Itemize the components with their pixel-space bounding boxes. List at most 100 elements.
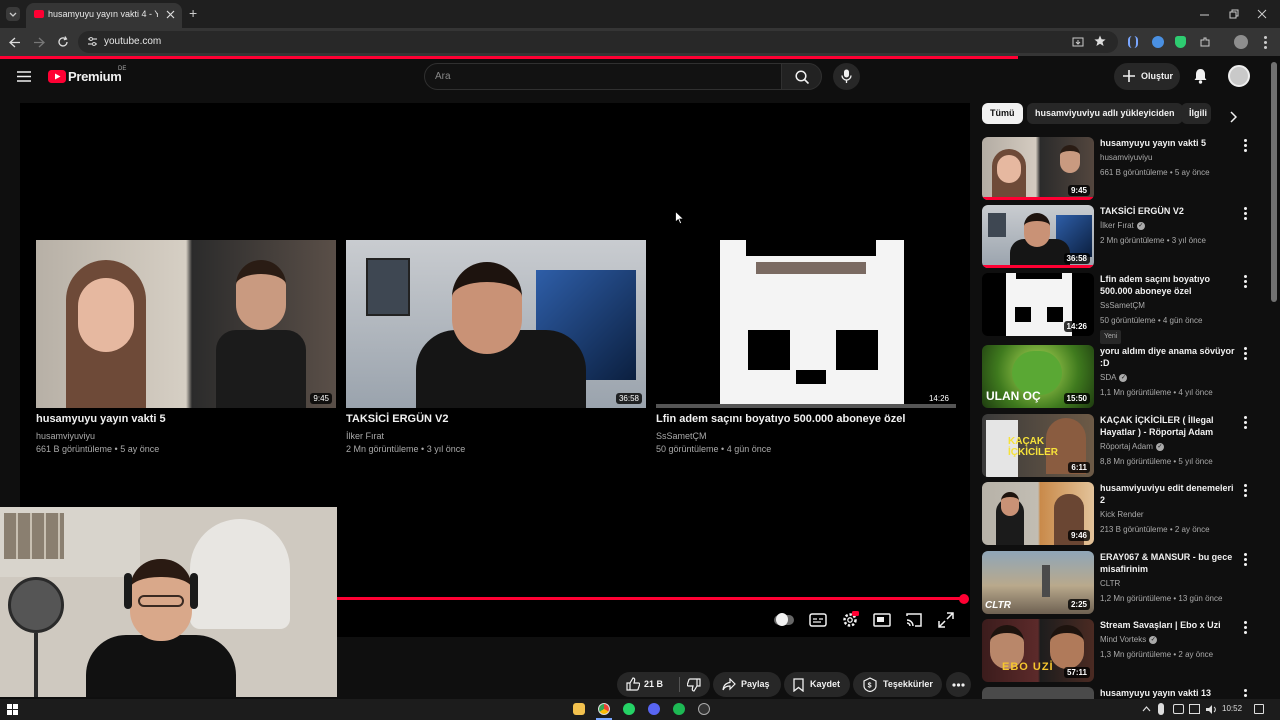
- progress-scrubber[interactable]: [959, 594, 969, 604]
- minimize-icon[interactable]: [1200, 10, 1209, 19]
- more-options-icon[interactable]: [1242, 484, 1248, 498]
- close-window-icon[interactable]: [1257, 9, 1267, 19]
- windows-taskbar: 10:52: [0, 699, 1280, 720]
- tray-network-icon[interactable]: [1189, 704, 1200, 714]
- recommendation-thumbnail: KAÇAK İÇKİCİLER 6:11: [982, 414, 1094, 477]
- voice-search-button[interactable]: [833, 63, 860, 90]
- more-options-icon[interactable]: [1242, 416, 1248, 430]
- more-actions-button[interactable]: [946, 672, 971, 697]
- windows-start-icon[interactable]: [7, 704, 18, 715]
- autoplay-toggle[interactable]: [774, 611, 794, 629]
- chrome-icon[interactable]: [598, 703, 610, 715]
- recommendation-item[interactable]: ULAN OÇ 15:50 yoru aldım diye anama sövü…: [982, 345, 1262, 409]
- endscreen-thumbnail: 36:58: [346, 240, 646, 408]
- recommendation-channel: İlker Fırat: [1100, 221, 1134, 230]
- video-progress-bar[interactable]: [336, 597, 966, 600]
- thanks-button[interactable]: $ Teşekkürler: [853, 672, 942, 697]
- app-circle-icon[interactable]: [698, 703, 710, 715]
- more-options-icon[interactable]: [1242, 275, 1248, 289]
- search-input[interactable]: Ara: [424, 63, 782, 90]
- recommendation-item[interactable]: KAÇAK İÇKİCİLER 6:11 KAÇAK İÇKİCİLER ( İ…: [982, 414, 1262, 478]
- new-tab-button[interactable]: +: [189, 5, 197, 21]
- recommendation-item[interactable]: EBO UZİ 57:11 Stream Savaşları | Ebo x U…: [982, 619, 1262, 683]
- chevron-right-icon[interactable]: [1229, 111, 1237, 123]
- chip-related[interactable]: İlgili: [1181, 103, 1211, 124]
- recommendation-title: husamyuyu yayın vakti 5: [1100, 138, 1207, 148]
- tray-mic-icon[interactable]: [1158, 703, 1164, 715]
- share-button[interactable]: Paylaş: [713, 672, 781, 697]
- file-explorer-icon[interactable]: [573, 703, 585, 715]
- more-options-icon[interactable]: [1242, 347, 1248, 361]
- forward-icon[interactable]: [33, 37, 45, 48]
- recommendation-item[interactable]: 14:26 Lfin adem saçını boyatıyo 500.000 …: [982, 273, 1262, 344]
- duration-badge: 15:50: [1063, 393, 1090, 404]
- address-bar[interactable]: youtube.com: [78, 31, 1118, 53]
- miniplayer-icon[interactable]: [873, 611, 891, 629]
- profile-avatar[interactable]: [1234, 35, 1248, 49]
- chip-from-uploader[interactable]: husamviyuviyu adlı yükleyiciden: [1027, 103, 1183, 124]
- like-count: 21 B: [644, 679, 664, 689]
- tab-search-button[interactable]: [6, 7, 20, 21]
- thumbnail-caption: CLTR: [985, 600, 1011, 611]
- subtitles-icon[interactable]: [809, 611, 827, 629]
- more-options-icon[interactable]: [1242, 139, 1248, 153]
- settings-gear-icon[interactable]: [841, 611, 859, 629]
- whatsapp-icon[interactable]: [623, 703, 635, 715]
- spotify-icon[interactable]: [673, 703, 685, 715]
- site-info-icon[interactable]: [87, 36, 98, 47]
- extensions-puzzle-icon[interactable]: [1199, 36, 1211, 48]
- tray-chevron-up-icon[interactable]: [1142, 706, 1151, 712]
- endscreen-thumbnail: 14:26: [656, 240, 956, 408]
- browser-toolbar: youtube.com: [0, 28, 1280, 56]
- menu-hamburger-icon[interactable]: [17, 71, 31, 82]
- tray-display-icon[interactable]: [1173, 704, 1184, 714]
- page-scrollbar[interactable]: [1271, 62, 1277, 302]
- recommendation-item[interactable]: 36:58 TAKSİCİ ERGÜN V2 İlker Fırat ✓ 2 Mn…: [982, 205, 1262, 269]
- dislike-button[interactable]: [680, 672, 710, 697]
- create-button[interactable]: Oluştur: [1114, 63, 1180, 90]
- save-button[interactable]: Kaydet: [784, 672, 850, 697]
- recommendation-thumbnail: [982, 687, 1094, 699]
- headphone-left-shape: [124, 573, 132, 609]
- recommendation-item[interactable]: 9:46 husamviyuviyu edit denemeleri 2 Kic…: [982, 482, 1262, 546]
- bookmark-star-icon[interactable]: [1094, 35, 1106, 47]
- install-app-icon[interactable]: [1072, 36, 1084, 48]
- more-options-icon[interactable]: [1242, 207, 1248, 221]
- tray-volume-icon[interactable]: [1205, 704, 1217, 715]
- more-options-icon[interactable]: [1242, 621, 1248, 635]
- browser-tab[interactable]: husamyuyu yayın vakti 4 - YouT: [26, 3, 182, 28]
- brand-text: Premium: [68, 69, 122, 84]
- notification-center-icon[interactable]: [1254, 704, 1264, 714]
- extension-audio-icon[interactable]: [1128, 36, 1138, 48]
- back-icon[interactable]: [9, 37, 21, 48]
- recommendation-meta: 8,8 Mn görüntüleme • 5 yıl önce: [1100, 457, 1213, 466]
- chip-all[interactable]: Tümü: [982, 103, 1023, 124]
- pixel-skull-notch: [746, 240, 876, 256]
- fullscreen-icon[interactable]: [937, 611, 955, 629]
- close-tab-icon[interactable]: [166, 10, 175, 19]
- notifications-bell-icon[interactable]: [1193, 68, 1208, 84]
- more-options-icon[interactable]: [1242, 553, 1248, 567]
- duration-badge: 36:58: [1063, 253, 1090, 264]
- discord-icon[interactable]: [648, 703, 660, 715]
- recommendation-item[interactable]: CLTR 2:25 ERAY067 & MANSUR - bu gece mis…: [982, 551, 1262, 615]
- recommendation-item[interactable]: husamyuyu yayın vakti 13: [982, 687, 1262, 699]
- recommendation-title: Stream Savaşları | Ebo x Uzi: [1100, 620, 1221, 630]
- recommendation-item[interactable]: 9:45 husamyuyu yayın vakti 5 husamviyuvi…: [982, 137, 1262, 201]
- like-button[interactable]: 21 B: [617, 672, 679, 697]
- account-avatar[interactable]: [1228, 65, 1250, 87]
- restore-icon[interactable]: [1229, 9, 1239, 19]
- extension-blue-icon[interactable]: [1152, 36, 1164, 48]
- browser-menu-icon[interactable]: [1264, 36, 1268, 50]
- svg-text:$: $: [868, 683, 872, 690]
- endscreen-title: TAKSİCİ ERGÜN V2: [346, 413, 449, 425]
- cast-icon[interactable]: [905, 611, 923, 629]
- extension-shield-icon[interactable]: [1175, 36, 1186, 48]
- more-options-icon[interactable]: [1242, 689, 1248, 699]
- search-button[interactable]: [781, 63, 822, 90]
- verified-badge-icon: ✓: [1119, 373, 1128, 382]
- new-badge: Yeni: [1100, 330, 1122, 344]
- pixel-skull-eye-left: [748, 330, 790, 370]
- reload-icon[interactable]: [57, 36, 69, 48]
- super-thanks-icon: $: [863, 677, 877, 692]
